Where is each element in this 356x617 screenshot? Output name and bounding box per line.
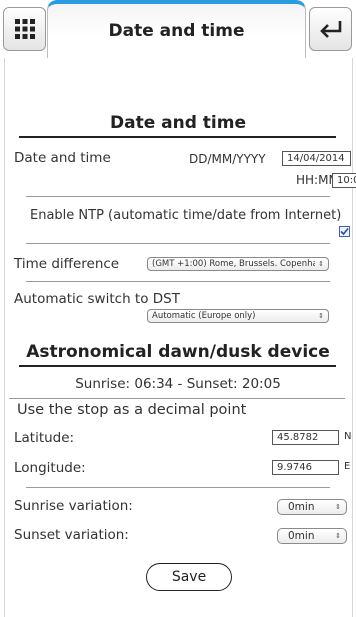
sunrise-variation-select[interactable]: 0min ⇕ [277,499,347,515]
separator [26,281,330,282]
time-difference-label: Time difference [14,256,120,272]
longitude-label: Longitude: [14,460,86,476]
sunrise-variation-value: 0min [288,501,315,513]
updown-arrows-icon: ⇕ [318,312,324,320]
date-format-label: DD/MM/YYYY [189,152,266,166]
latitude-direction: N [344,431,352,442]
sunset-variation-label: Sunset variation: [14,527,129,543]
latitude-input[interactable] [272,430,339,445]
dst-value: Automatic (Europe only) [152,311,256,321]
right-border [352,58,353,617]
updown-arrows-icon: ⇕ [318,260,324,268]
latitude-label: Latitude: [14,430,75,446]
separator [26,196,330,197]
ntp-checkbox[interactable] [339,226,350,237]
ntp-label: Enable NTP (automatic time/date from Int… [30,208,342,223]
time-input[interactable] [332,173,356,188]
sun-times: Sunrise: 06:34 - Sunset: 20:05 [75,376,281,392]
checkmark-icon [340,227,349,236]
grid-menu-icon [14,19,35,39]
updown-arrows-icon: ⇕ [335,532,341,540]
longitude-direction: E [344,461,351,472]
separator [9,398,345,399]
separator [26,243,330,244]
back-button[interactable] [309,7,352,51]
astro-section-title: Astronomical dawn/dusk device [26,342,330,362]
menu-button[interactable] [3,7,46,51]
sunset-variation-select[interactable]: 0min ⇕ [277,528,347,544]
section-rule [19,136,336,138]
decimal-hint: Use the stop as a decimal point [17,402,247,418]
dst-select[interactable]: Automatic (Europe only) ⇕ [147,309,329,323]
sunset-variation-value: 0min [288,530,315,542]
left-border [4,58,5,617]
dst-label: Automatic switch to DST [14,291,180,307]
page-title: Date and time [47,0,306,58]
save-button[interactable]: Save [146,563,232,591]
return-arrow-icon [319,21,341,38]
separator [26,487,330,488]
section-rule [19,365,336,367]
updown-arrows-icon: ⇕ [335,503,341,511]
date-time-section-title: Date and time [109,113,247,133]
sunrise-variation-label: Sunrise variation: [14,498,133,514]
time-difference-select[interactable]: (GMT +1:00) Rome, Brussels. Copenhag ⇕ [147,257,329,271]
date-time-label: Date and time [14,150,111,166]
time-difference-value: (GMT +1:00) Rome, Brussels. Copenhag [152,259,316,269]
date-input[interactable] [282,151,351,166]
longitude-input[interactable] [272,460,339,475]
